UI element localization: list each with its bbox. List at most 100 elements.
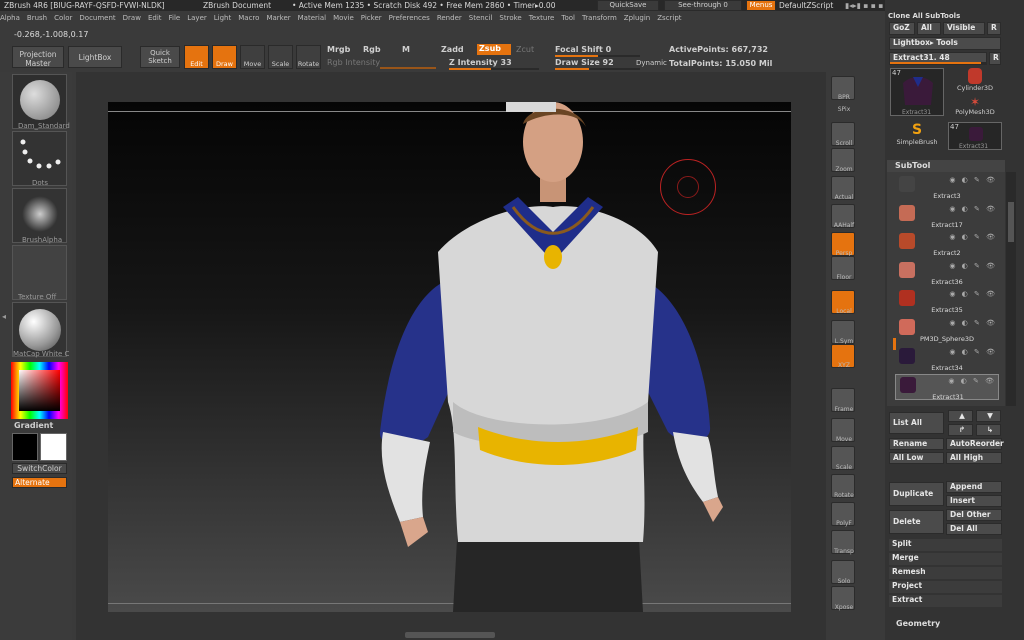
rgb-intensity-slider[interactable]: Rgb Intensity bbox=[327, 58, 380, 67]
zcut-button[interactable]: Zcut bbox=[516, 45, 534, 54]
menu-item-stroke[interactable]: Stroke bbox=[499, 14, 521, 22]
visibility-eye-icon[interactable]: ◉ ◐ ✎ 👁 bbox=[949, 348, 997, 356]
main-color-swatch[interactable] bbox=[12, 433, 38, 461]
projection-master-button[interactable]: Projection Master bbox=[12, 46, 64, 68]
all-high-button[interactable]: All High bbox=[946, 452, 1002, 464]
m-button[interactable]: M bbox=[402, 45, 410, 54]
all-button[interactable]: All bbox=[917, 22, 941, 35]
switch-color-button[interactable]: SwitchColor bbox=[12, 463, 67, 474]
document-canvas[interactable] bbox=[108, 102, 791, 612]
menu-item-zplugin[interactable]: Zplugin bbox=[624, 14, 650, 22]
menu-item-color[interactable]: Color bbox=[54, 14, 72, 22]
project-button[interactable]: Project bbox=[889, 581, 1002, 593]
subtool-row-pm3d_sphere3d[interactable]: ◉ ◐ ✎ 👁 PM3D_Sphere3D bbox=[895, 317, 999, 343]
tool-thumb-polymesh3d[interactable]: ✶ PolyMesh3D bbox=[948, 96, 1002, 120]
texture-thumbnail[interactable] bbox=[12, 245, 67, 300]
append-button[interactable]: Append bbox=[946, 481, 1002, 493]
brush-thumbnail[interactable] bbox=[12, 74, 67, 129]
move-up-icon[interactable]: ▲ bbox=[948, 410, 973, 422]
subtool-row-extract36[interactable]: ◉ ◐ ✎ 👁 Extract36 bbox=[895, 260, 999, 286]
rotate-mode-button[interactable]: Rotate bbox=[296, 45, 321, 69]
menu-item-alpha[interactable]: Alpha bbox=[0, 14, 20, 22]
merge-button[interactable]: Merge bbox=[889, 553, 1002, 565]
mrgb-button[interactable]: Mrgb bbox=[327, 45, 350, 54]
subtool-row-extract31[interactable]: ◉ ◐ ✎ 👁 Extract31 bbox=[895, 374, 999, 401]
scale-mode-button[interactable]: Scale bbox=[268, 45, 293, 69]
visibility-eye-icon[interactable]: ◉ ◐ ✎ 👁 bbox=[948, 377, 996, 385]
menu-item-layer[interactable]: Layer bbox=[187, 14, 207, 22]
clone-all-subtools[interactable]: Clone All SubTools bbox=[888, 12, 1004, 20]
del-other-button[interactable]: Del Other bbox=[946, 509, 1002, 521]
tool-thumb-extract31[interactable]: 47 Extract31 bbox=[890, 68, 944, 116]
tool-thumb-extract31-small[interactable]: 47 Extract31 bbox=[948, 122, 1002, 150]
draw-size-slider[interactable]: Draw Size 92 bbox=[555, 58, 614, 67]
menu-item-draw[interactable]: Draw bbox=[123, 14, 141, 22]
all-low-button[interactable]: All Low bbox=[889, 452, 944, 464]
move-mode-button[interactable]: Move bbox=[240, 45, 265, 69]
subtool-row-extract2[interactable]: ◉ ◐ ✎ 👁 Extract2 bbox=[895, 231, 999, 257]
arrow-up-right-icon[interactable]: ↱ bbox=[948, 424, 973, 436]
collapse-left-icon[interactable]: ◂ bbox=[2, 312, 6, 321]
edit-mode-button[interactable]: Edit bbox=[184, 45, 209, 69]
geometry-header[interactable]: Geometry bbox=[896, 619, 940, 628]
arrow-down-right-icon[interactable]: ↳ bbox=[976, 424, 1001, 436]
menu-item-stencil[interactable]: Stencil bbox=[469, 14, 493, 22]
visibility-eye-icon[interactable]: ◉ ◐ ✎ 👁 bbox=[949, 233, 997, 241]
menu-item-light[interactable]: Light bbox=[214, 14, 231, 22]
menu-item-tool[interactable]: Tool bbox=[561, 14, 575, 22]
visible-button[interactable]: Visible bbox=[943, 22, 985, 35]
visibility-eye-icon[interactable]: ◉ ◐ ✎ 👁 bbox=[949, 319, 997, 327]
menu-item-texture[interactable]: Texture bbox=[529, 14, 555, 22]
autoreorder-button[interactable]: AutoReorder bbox=[946, 438, 1004, 450]
menu-item-document[interactable]: Document bbox=[79, 14, 115, 22]
subtool-row-extract34[interactable]: ◉ ◐ ✎ 👁 Extract34 bbox=[895, 346, 999, 372]
subtool-scrollbar[interactable] bbox=[1006, 172, 1016, 406]
draw-mode-button[interactable]: Draw bbox=[212, 45, 237, 69]
visibility-eye-icon[interactable]: ◉ ◐ ✎ 👁 bbox=[949, 205, 997, 213]
stroke-thumbnail[interactable] bbox=[12, 131, 67, 186]
duplicate-button[interactable]: Duplicate bbox=[889, 482, 944, 506]
subtool-header[interactable]: SubTool bbox=[887, 160, 1005, 172]
material-thumbnail[interactable] bbox=[12, 302, 67, 357]
window-controls-icon[interactable]: ▮◂▸▮ ▪ ▪ ▪ bbox=[845, 1, 883, 10]
zadd-button[interactable]: Zadd bbox=[441, 45, 464, 54]
insert-button[interactable]: Insert bbox=[946, 495, 1002, 507]
remesh-button[interactable]: Remesh bbox=[889, 567, 1002, 579]
zscript-label[interactable]: DefaultZScript bbox=[779, 1, 833, 10]
menu-item-render[interactable]: Render bbox=[437, 14, 462, 22]
z-intensity-slider[interactable]: Z Intensity 33 bbox=[449, 58, 512, 67]
del-all-button[interactable]: Del All bbox=[946, 523, 1002, 535]
menu-item-picker[interactable]: Picker bbox=[361, 14, 382, 22]
tool-thumb-simplebrush[interactable]: S SimpleBrush bbox=[890, 122, 944, 150]
visibility-eye-icon[interactable]: ◉ ◐ ✎ 👁 bbox=[949, 176, 997, 184]
visibility-eye-icon[interactable]: ◉ ◐ ✎ 👁 bbox=[949, 290, 997, 298]
visibility-eye-icon[interactable]: ◉ ◐ ✎ 👁 bbox=[949, 262, 997, 270]
rgb-button[interactable]: Rgb bbox=[363, 45, 381, 54]
menu-item-movie[interactable]: Movie bbox=[333, 14, 354, 22]
quicksave-button[interactable]: QuickSave bbox=[597, 0, 659, 11]
subtool-row-extract3[interactable]: ◉ ◐ ✎ 👁 Extract3 bbox=[895, 174, 999, 200]
move-down-icon[interactable]: ▼ bbox=[976, 410, 1001, 422]
menu-item-marker[interactable]: Marker bbox=[266, 14, 290, 22]
horizontal-scrollbar[interactable] bbox=[405, 632, 495, 638]
extract-button[interactable]: Extract bbox=[889, 595, 1002, 607]
gradient-label[interactable]: Gradient bbox=[14, 421, 53, 430]
dynamic-toggle[interactable]: Dynamic bbox=[636, 59, 667, 67]
alternate-button[interactable]: Alternate bbox=[12, 477, 67, 488]
menu-item-brush[interactable]: Brush bbox=[27, 14, 47, 22]
subtool-row-extract17[interactable]: ◉ ◐ ✎ 👁 Extract17 bbox=[895, 203, 999, 229]
quick-sketch-button[interactable]: Quick Sketch bbox=[140, 46, 180, 68]
r2-button[interactable]: R bbox=[989, 52, 1001, 65]
zsub-button[interactable]: Zsub bbox=[477, 44, 511, 55]
menu-item-edit[interactable]: Edit bbox=[148, 14, 162, 22]
secondary-color-swatch[interactable] bbox=[40, 433, 67, 461]
menus-button[interactable]: Menus bbox=[746, 0, 776, 11]
r-button[interactable]: R bbox=[987, 22, 1001, 35]
alpha-thumbnail[interactable] bbox=[12, 188, 67, 243]
delete-button[interactable]: Delete bbox=[889, 510, 944, 534]
menu-item-material[interactable]: Material bbox=[298, 14, 326, 22]
list-all-button[interactable]: List All bbox=[889, 412, 944, 434]
menu-item-transform[interactable]: Transform bbox=[582, 14, 617, 22]
lightbox-button[interactable]: LightBox bbox=[68, 46, 122, 68]
color-picker[interactable] bbox=[11, 362, 68, 419]
